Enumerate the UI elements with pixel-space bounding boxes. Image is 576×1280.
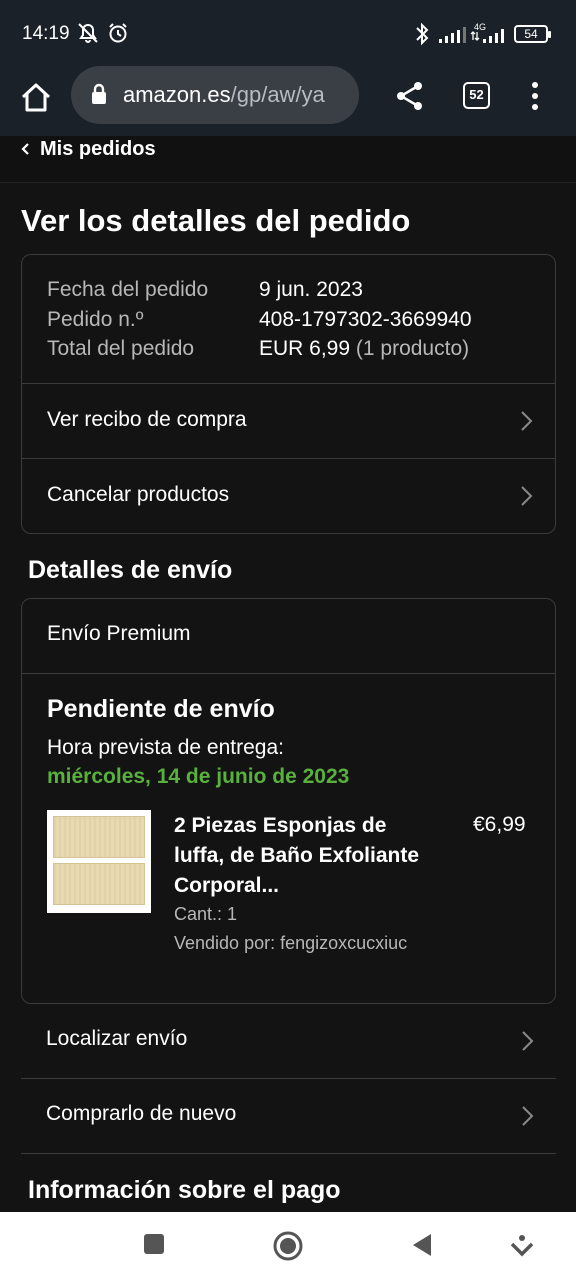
address-bar[interactable]: amazon.es/gp/aw/ya (71, 66, 359, 124)
product-quantity: Cant.: 1 (174, 904, 238, 924)
chevron-right-icon (521, 411, 533, 431)
shipping-section-title: Detalles de envío (28, 556, 233, 584)
order-summary-card: Fecha del pedido 9 jun. 2023 Pedido n.º … (21, 254, 556, 534)
assistant-toggle-icon[interactable] (510, 1234, 534, 1260)
divider (21, 1153, 556, 1154)
cancel-items-link[interactable]: Cancelar productos (22, 459, 555, 533)
home-nav-icon[interactable] (272, 1230, 304, 1262)
browser-toolbar: amazon.es/gp/aw/ya 52 (0, 66, 576, 136)
shipment-card: Envío Premium Pendiente de envío Hora pr… (21, 598, 556, 1004)
order-date-value: 9 jun. 2023 (259, 278, 363, 301)
home-icon[interactable] (18, 80, 54, 116)
view-receipt-label: Ver recibo de compra (47, 408, 247, 431)
page-title: Ver los detalles del pedido (21, 203, 411, 238)
chevron-right-icon (522, 1106, 534, 1126)
shipment-status: Pendiente de envío (47, 695, 275, 723)
product-seller: Vendido por: fengizoxcucxiuc (174, 933, 408, 953)
subnav: Mis pedidos (0, 136, 576, 182)
buy-again-label: Comprarlo de nuevo (46, 1102, 237, 1125)
back-nav-icon[interactable] (410, 1232, 434, 1258)
back-link-label: Mis pedidos (40, 137, 156, 160)
alarm-icon (109, 23, 127, 43)
signal-strength-icon (439, 27, 466, 43)
lock-icon (92, 83, 106, 104)
cancel-items-label: Cancelar productos (47, 483, 230, 506)
buy-again-link[interactable]: Comprarlo de nuevo (21, 1079, 556, 1153)
order-number-value: 408-1797302-3669940 (259, 308, 472, 331)
bluetooth-icon (416, 22, 429, 46)
notifications-muted-icon (78, 23, 98, 44)
order-date-label: Fecha del pedido (47, 278, 209, 301)
product-price: €6,99 (473, 813, 526, 836)
signal-strength-4g-icon (470, 29, 504, 43)
product-title-link[interactable]: 2 Piezas Esponjas de luffa, de Baño Exfo… (174, 811, 434, 901)
url-text: amazon.es/gp/aw/ya (123, 82, 325, 107)
sponge-graphic (53, 816, 145, 858)
more-options-icon[interactable] (523, 80, 547, 112)
divider (22, 673, 555, 674)
battery-icon: 54 (514, 25, 551, 43)
chevron-left-icon (21, 143, 29, 155)
chevron-right-icon (521, 486, 533, 506)
track-package-link[interactable]: Localizar envío (21, 1004, 556, 1078)
order-total-label: Total del pedido (47, 337, 195, 360)
back-to-orders-link[interactable]: Mis pedidos (20, 136, 156, 162)
share-icon[interactable] (394, 80, 426, 112)
product-image[interactable] (47, 810, 151, 913)
system-navigation-bar (0, 1212, 576, 1280)
payment-section-title: Información sobre el pago (28, 1176, 341, 1204)
tab-switcher-button[interactable]: 52 (463, 82, 490, 109)
shipping-method: Envío Premium (47, 622, 191, 645)
divider (0, 182, 576, 183)
status-time: 14:19 (22, 23, 70, 44)
recent-apps-icon[interactable] (142, 1232, 166, 1256)
view-receipt-link[interactable]: Ver recibo de compra (22, 384, 555, 458)
order-total-value: EUR 6,99 (1 producto) (259, 337, 470, 360)
delivery-eta-label: Hora prevista de entrega: (47, 736, 284, 759)
order-number-label: Pedido n.º (47, 308, 144, 331)
status-bar: 14:19 4G 54 (0, 0, 576, 66)
sponge-graphic (53, 863, 145, 905)
chevron-right-icon (522, 1031, 534, 1051)
track-package-label: Localizar envío (46, 1027, 188, 1050)
delivery-eta-date: miércoles, 14 de junio de 2023 (47, 765, 350, 788)
